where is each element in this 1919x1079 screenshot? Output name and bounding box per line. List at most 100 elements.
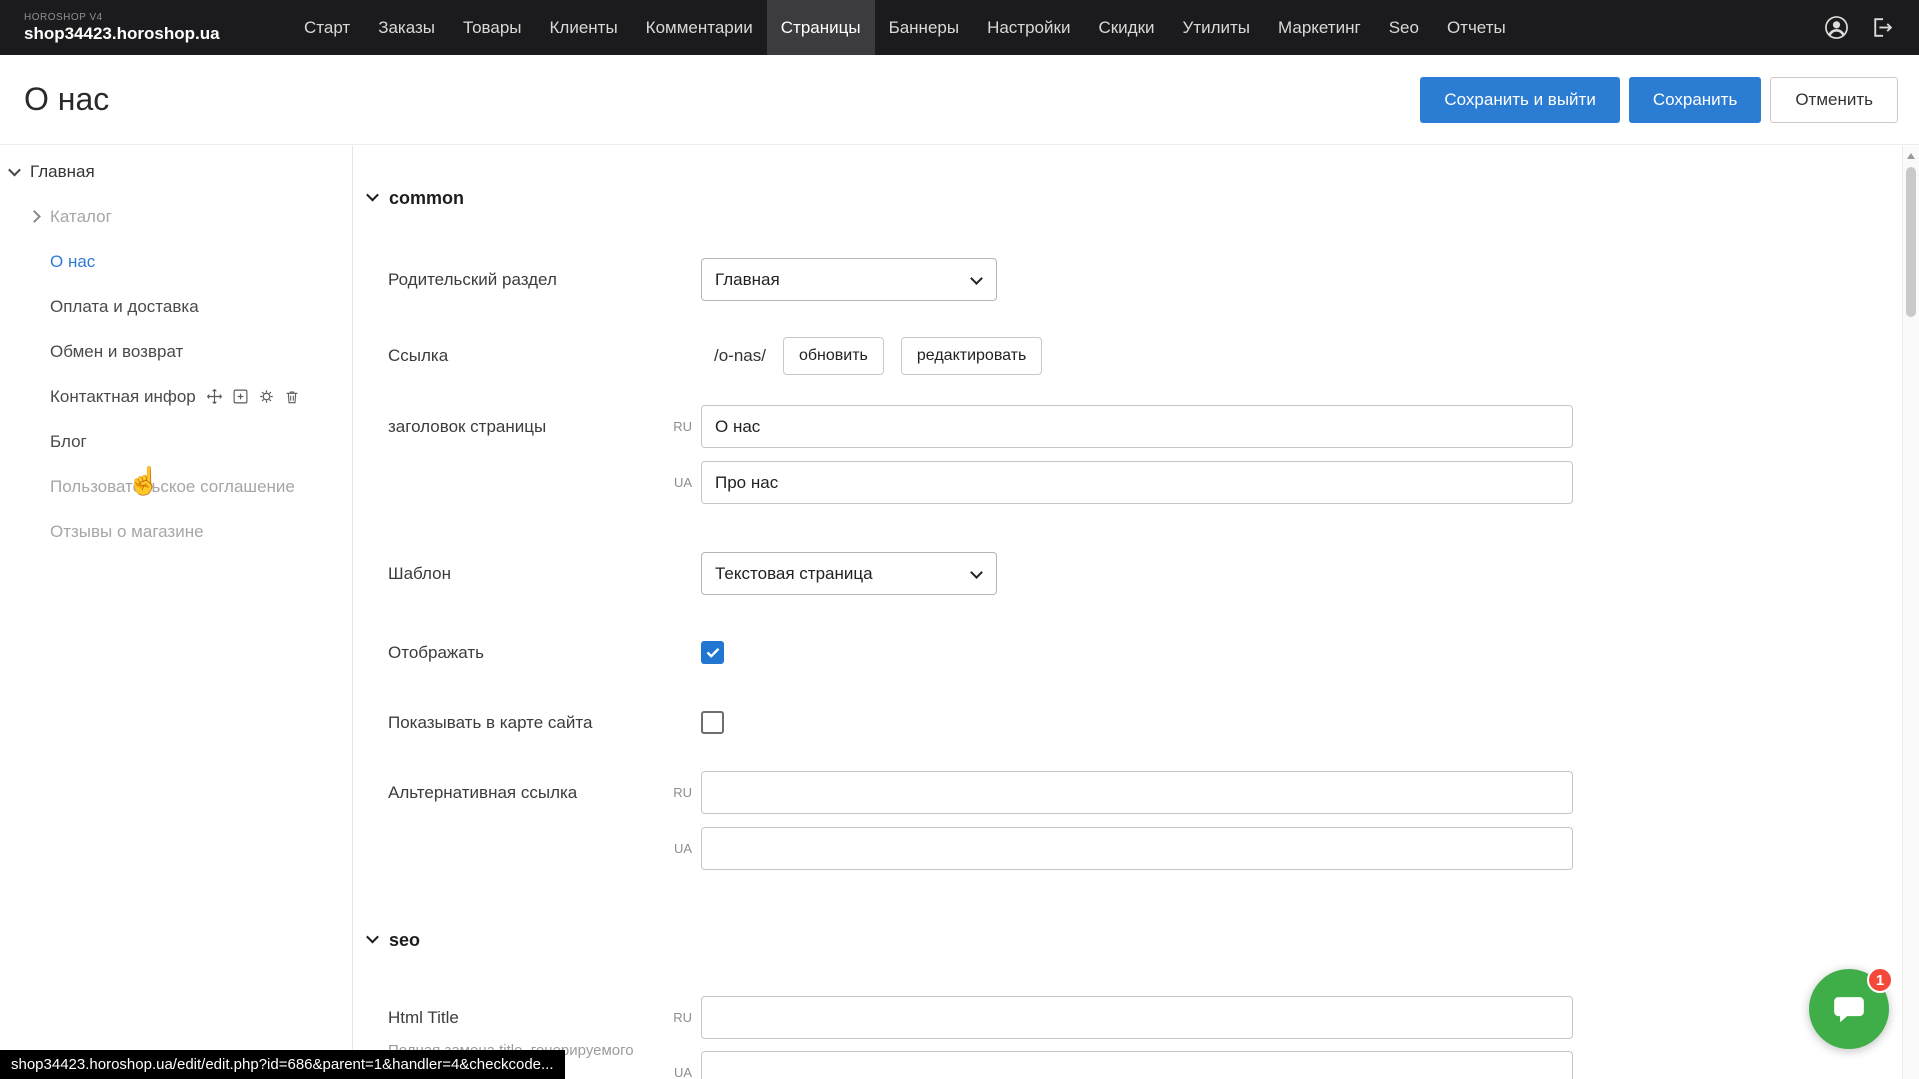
chat-bubble-icon (1830, 990, 1868, 1028)
lang-badge-ua: UA (654, 461, 692, 504)
template-value: Текстовая страница (715, 564, 873, 584)
row-template: Шаблон Текстовая страница (354, 552, 1902, 595)
chevron-down-icon (8, 164, 21, 177)
lang-badge-ru: RU (654, 771, 692, 814)
row-page-title-ua: UA (354, 461, 1902, 504)
user-account-icon[interactable] (1823, 14, 1850, 41)
row-html-title-ua: UA (354, 1051, 1902, 1079)
template-select[interactable]: Текстовая страница (701, 552, 997, 595)
tree-item-label: Каталог (50, 207, 112, 227)
lang-badge-ru: RU (654, 996, 692, 1039)
tree-item-main[interactable]: Главная (0, 149, 352, 194)
page-edit-form: common Родительский раздел Главная Ссылк… (354, 146, 1902, 1079)
sitemap-checkbox[interactable] (701, 711, 724, 734)
row-parent-section: Родительский раздел Главная (354, 258, 1902, 301)
chevron-down-icon (366, 930, 379, 943)
template-label: Шаблон (388, 552, 451, 595)
topbar-right-icons (1823, 14, 1919, 41)
settings-gear-icon[interactable] (258, 388, 275, 405)
delete-trash-icon[interactable] (284, 389, 300, 405)
tree-item-label: Отзывы о магазине (50, 522, 204, 542)
field: Текстовая страница (701, 552, 997, 595)
header-actions: Сохранить и выйти Сохранить Отменить (1420, 77, 1919, 123)
link-edit-button[interactable]: редактировать (901, 337, 1042, 375)
chat-widget-button[interactable]: 1 (1809, 969, 1889, 1049)
lang-badge-ua: UA (654, 1051, 692, 1079)
sitemap-label: Показывать в карте сайта (388, 701, 592, 744)
tree-item-hover-actions (206, 388, 300, 405)
link-label: Ссылка (388, 336, 448, 376)
top-nav: Старт Заказы Товары Клиенты Комментарии … (290, 0, 1520, 55)
move-icon[interactable] (206, 388, 223, 405)
alt-link-ru-input[interactable] (701, 771, 1573, 814)
chat-unread-badge: 1 (1867, 967, 1893, 993)
parent-section-value: Главная (715, 270, 780, 290)
page-title-ru-input[interactable] (701, 405, 1573, 448)
section-common[interactable]: common (368, 184, 464, 212)
page-title-ua-input[interactable] (701, 461, 1573, 504)
tree-item-contact-info[interactable]: Контактная инфор (0, 374, 352, 419)
chevron-down-icon (970, 566, 983, 579)
brand-version-label: HOROSHOP V4 (24, 12, 290, 24)
nav-item-settings[interactable]: Настройки (973, 0, 1084, 55)
section-title: seo (389, 930, 420, 951)
parent-section-label: Родительский раздел (388, 258, 557, 301)
nav-item-pages[interactable]: Страницы (767, 0, 875, 55)
tree-item-exchange-return[interactable]: Обмен и возврат (0, 329, 352, 374)
tree-item-label: О нас (50, 252, 95, 272)
html-title-label: Html Title (388, 996, 459, 1039)
nav-item-banners[interactable]: Баннеры (875, 0, 974, 55)
tree-item-blog[interactable]: Блог (0, 419, 352, 464)
section-seo[interactable]: seo (368, 926, 420, 954)
save-and-exit-button[interactable]: Сохранить и выйти (1420, 77, 1619, 123)
tree-item-payment-delivery[interactable]: Оплата и доставка (0, 284, 352, 329)
nav-item-reports[interactable]: Отчеты (1433, 0, 1520, 55)
page-header: О нас Сохранить и выйти Сохранить Отмени… (0, 55, 1919, 145)
nav-item-orders[interactable]: Заказы (364, 0, 449, 55)
row-alt-link-ua: UA (354, 827, 1902, 870)
html-title-ru-input[interactable] (701, 996, 1573, 1039)
nav-item-discounts[interactable]: Скидки (1084, 0, 1168, 55)
tree-item-about[interactable]: О нас (0, 239, 352, 284)
nav-item-products[interactable]: Товары (449, 0, 535, 55)
horoshop-admin-page: HOROSHOP V4 shop34423.horoshop.ua Старт … (0, 0, 1919, 1079)
chevron-down-icon (970, 272, 983, 285)
tree-item-label: Блог (50, 432, 87, 452)
row-page-title-ru: заголовок страницы RU (354, 405, 1902, 448)
nav-item-marketing[interactable]: Маркетинг (1264, 0, 1375, 55)
parent-section-select[interactable]: Главная (701, 258, 997, 301)
nav-item-seo[interactable]: Seo (1375, 0, 1433, 55)
display-checkbox[interactable] (701, 641, 724, 664)
tree-item-label: Главная (30, 162, 95, 182)
row-html-title-ru: Html Title Полная замена title, генериру… (354, 996, 1902, 1039)
topbar: HOROSHOP V4 shop34423.horoshop.ua Старт … (0, 0, 1919, 55)
html-title-ua-input[interactable] (701, 1051, 1573, 1079)
alt-link-ua-input[interactable] (701, 827, 1573, 870)
link-refresh-button[interactable]: обновить (783, 337, 884, 375)
tree-item-store-reviews[interactable]: Отзывы о магазине (0, 509, 352, 554)
page-title-label: заголовок страницы (388, 405, 546, 448)
nav-item-comments[interactable]: Комментарии (632, 0, 767, 55)
scroll-up-arrow-icon[interactable] (1907, 153, 1915, 159)
tree-item-label: Обмен и возврат (50, 342, 183, 362)
brand-shop-domain[interactable]: shop34423.horoshop.ua (24, 24, 290, 44)
row-alt-link-ru: Альтернативная ссылка RU (354, 771, 1902, 814)
nav-item-start[interactable]: Старт (290, 0, 364, 55)
logout-icon[interactable] (1868, 14, 1895, 41)
pages-tree: Главная Каталог О нас Оплата и доставка … (0, 146, 353, 1079)
add-page-icon[interactable] (232, 388, 249, 405)
nav-item-clients[interactable]: Клиенты (536, 0, 632, 55)
tree-item-label: Контактная инфор (50, 387, 196, 407)
nav-item-utilities[interactable]: Утилиты (1169, 0, 1265, 55)
tree-item-catalog[interactable]: Каталог (0, 194, 352, 239)
save-button[interactable]: Сохранить (1629, 77, 1761, 123)
row-sitemap: Показывать в карте сайта (354, 701, 1902, 744)
tree-item-user-agreement[interactable]: Пользовательское соглашение (0, 464, 352, 509)
vertical-scrollbar[interactable] (1902, 146, 1919, 1079)
row-link: Ссылка /o-nas/ обновить редактировать (354, 336, 1902, 376)
scrollbar-thumb[interactable] (1906, 167, 1916, 317)
link-line: /o-nas/ обновить редактировать (701, 336, 1042, 376)
cancel-button[interactable]: Отменить (1770, 77, 1898, 123)
link-preview-statusbar: shop34423.horoshop.ua/edit/edit.php?id=6… (0, 1050, 565, 1079)
display-label: Отображать (388, 631, 484, 674)
